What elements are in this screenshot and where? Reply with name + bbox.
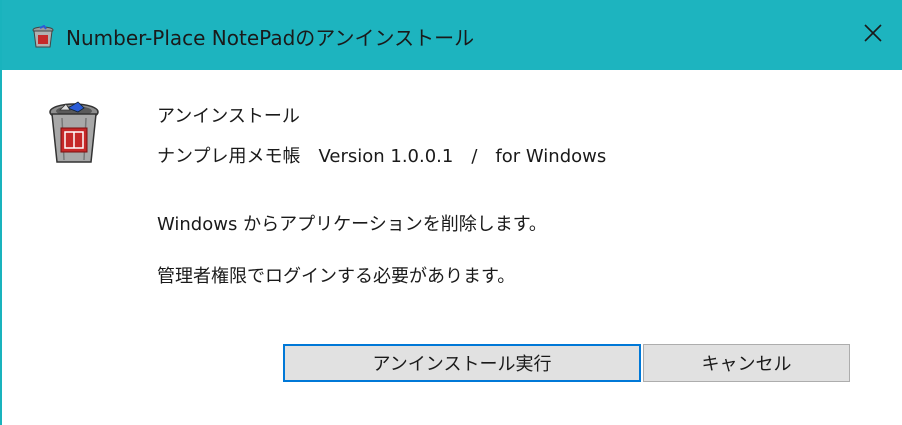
admin-required-message: 管理者権限でログインする必要があります。 [157,266,516,287]
product-version: ナンプレ用メモ帳 Version 1.0.0.1 / for Windows [157,146,607,167]
close-button[interactable] [842,0,902,70]
uninstall-dialog: Number-Place NotePadのアンインストール アンインストール ナ… [0,0,902,425]
close-icon [864,24,882,46]
trash-bin-icon [48,100,100,166]
header-title: アンインストール [157,106,300,127]
title-bar[interactable]: Number-Place NotePadのアンインストール [2,0,902,70]
uninstall-message: Windows からアプリケーションを削除します。 [157,214,547,235]
trash-bin-icon [32,24,54,49]
cancel-button[interactable]: キャンセル [643,344,850,382]
uninstall-button[interactable]: アンインストール実行 [283,344,641,382]
window-title: Number-Place NotePadのアンインストール [66,26,475,50]
